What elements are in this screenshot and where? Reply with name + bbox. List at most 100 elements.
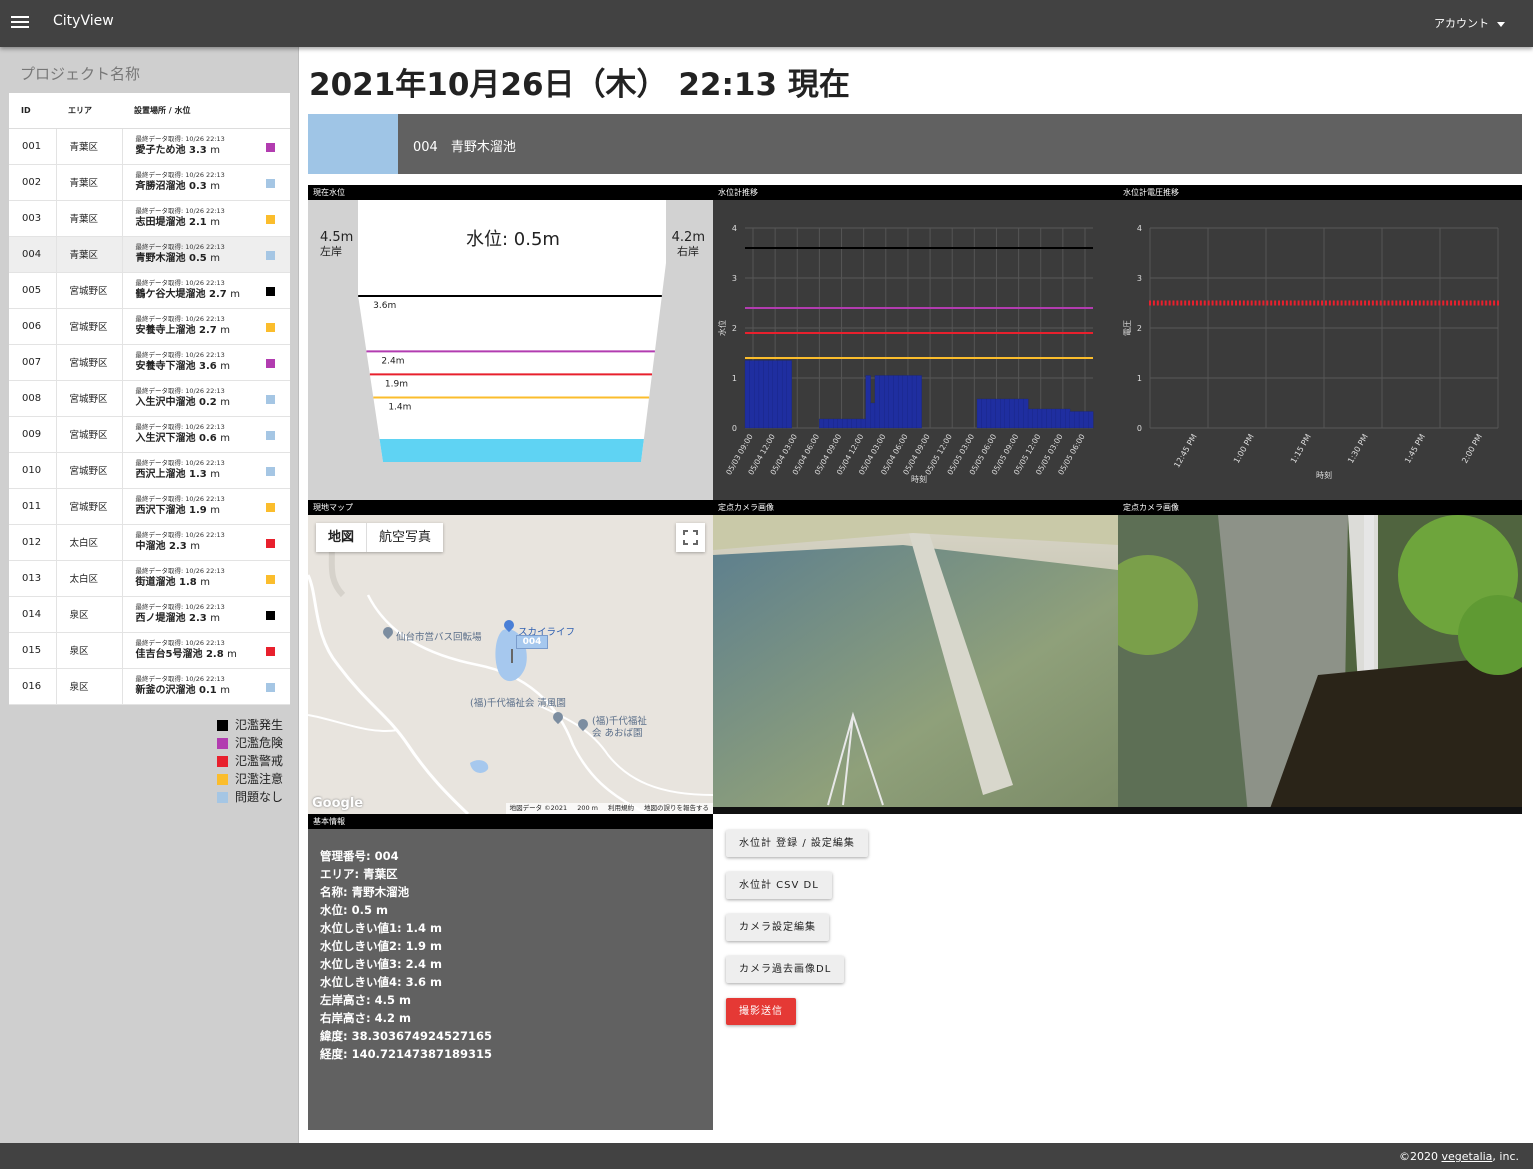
- data-point: [1184, 300, 1187, 306]
- data-point: [1238, 300, 1241, 306]
- hamburger-menu-icon[interactable]: [11, 13, 29, 33]
- water-level-title: 水位: 0.5m: [466, 229, 560, 250]
- table-row[interactable]: 016 泉区 最終データ取得: 10/26 22:13 新釜の沢溜池 0.1 m: [9, 668, 290, 705]
- data-point: [1219, 300, 1222, 306]
- capture-send-button[interactable]: 撮影送信: [726, 998, 796, 1025]
- bar: [897, 375, 904, 429]
- csv-download-button[interactable]: 水位計 CSV DL: [726, 872, 832, 899]
- table-row[interactable]: 013 太白区 最終データ取得: 10/26 22:13 街道溜池 1.8 m: [9, 560, 290, 597]
- panel-header-camera1: 定点カメラ画像: [713, 500, 1118, 515]
- table-row[interactable]: 003 青葉区 最終データ取得: 10/26 22:13 志田堤溜池 2.1 m: [9, 200, 290, 237]
- table-row[interactable]: 015 泉区 最終データ取得: 10/26 22:13 佳吉台5号溜池 2.8 …: [9, 632, 290, 669]
- row-site-name: 青野木溜池: [135, 253, 186, 264]
- row-unit: m: [220, 433, 230, 444]
- row-level: 1.9: [188, 505, 207, 516]
- table-row[interactable]: 014 泉区 最終データ取得: 10/26 22:13 西ノ堤溜池 2.3 m: [9, 596, 290, 633]
- account-menu[interactable]: アカウント: [1434, 15, 1505, 31]
- fullscreen-icon[interactable]: [676, 523, 705, 552]
- table-row[interactable]: 007 宮城野区 最終データ取得: 10/26 22:13 安養寺下溜池 3.6…: [9, 344, 290, 381]
- table-row[interactable]: 012 太白区 最終データ取得: 10/26 22:13 中溜池 2.3 m: [9, 524, 290, 561]
- site-map[interactable]: 仙台市営バス回転場 スカイライフ 004 (福)千代福祉会 清風園 (福)千代福…: [308, 515, 713, 814]
- threshold-label: 1.9m: [385, 379, 408, 389]
- data-point: [1348, 300, 1351, 306]
- legend-swatch: [217, 791, 228, 803]
- bar: [823, 418, 829, 429]
- table-row[interactable]: 006 宮城野区 最終データ取得: 10/26 22:13 安養寺上溜池 2.7…: [9, 308, 290, 345]
- bar: [1069, 411, 1075, 429]
- row-area: 泉区: [56, 668, 123, 705]
- legend-item: 氾濫注意: [217, 770, 283, 788]
- panel-header-camera2: 定点カメラ画像: [1118, 500, 1522, 515]
- status-indicator: [266, 430, 275, 440]
- table-row[interactable]: 002 青葉区 最終データ取得: 10/26 22:13 斉勝沼溜池 0.3 m: [9, 164, 290, 201]
- site-marker[interactable]: 004: [516, 635, 548, 649]
- data-point: [1379, 300, 1382, 306]
- bar: [833, 418, 839, 429]
- water-level-chart: 0 1 2 3 4 05/03 09:00 05/04 12:00 05/04 03:00 05…: [713, 200, 1118, 500]
- data-point: [1149, 300, 1151, 306]
- y-tick-label: 2: [1137, 324, 1142, 333]
- site-banner: 004 青野木溜池: [308, 114, 1522, 174]
- table-row[interactable]: 004 青葉区 最終データ取得: 10/26 22:13 青野木溜池 0.5 m: [9, 236, 290, 273]
- x-tick-label: 12:45 PM: [1172, 432, 1199, 469]
- status-indicator: [266, 646, 275, 656]
- status-indicator: [266, 466, 275, 476]
- row-unit: m: [220, 361, 230, 372]
- legend-swatch: [217, 755, 228, 767]
- table-row[interactable]: 011 宮城野区 最終データ取得: 10/26 22:13 西沢下溜池 1.9 …: [9, 488, 290, 525]
- info-line: 水位しきい値3: 2.4 m: [320, 957, 442, 971]
- x-tick-label: 1:15 PM: [1289, 432, 1313, 465]
- tab-map[interactable]: 地図: [316, 523, 368, 552]
- camera-past-images-button[interactable]: カメラ過去画像DL: [726, 956, 845, 983]
- panel-header-map: 現地マップ: [308, 500, 713, 515]
- data-point: [1446, 300, 1449, 306]
- data-point: [1407, 300, 1410, 306]
- legend-label: 氾濫発生: [235, 718, 284, 732]
- bar: [874, 375, 881, 429]
- data-point: [1426, 300, 1429, 306]
- bar: [884, 375, 890, 429]
- table-row[interactable]: 005 宮城野区 最終データ取得: 10/26 22:13 鶴ケ谷大堤溜池 2.…: [9, 272, 290, 309]
- row-unit: m: [230, 289, 240, 300]
- register-sensor-button[interactable]: 水位計 登録 / 設定編集: [726, 830, 868, 857]
- data-point: [1371, 300, 1374, 306]
- bar: [1041, 408, 1048, 429]
- company-link[interactable]: vegetalia: [1441, 1150, 1492, 1163]
- y-tick-label: 0: [1137, 424, 1142, 433]
- row-level: 2.3: [188, 613, 207, 624]
- row-unit: m: [227, 649, 237, 660]
- data-point: [1289, 300, 1292, 306]
- bar: [1074, 411, 1080, 429]
- bar: [846, 418, 853, 429]
- x-tick-label: 1:45 PM: [1403, 432, 1427, 465]
- status-indicator: [266, 358, 275, 368]
- info-line: 水位しきい値4: 3.6 m: [320, 975, 442, 989]
- bar: [1023, 398, 1029, 429]
- row-level: 0.5: [188, 253, 207, 264]
- bar: [758, 360, 765, 429]
- data-point: [1285, 300, 1288, 306]
- info-line: 水位: 0.5 m: [320, 903, 388, 917]
- data-point: [1203, 300, 1206, 306]
- status-indicator: [266, 394, 275, 404]
- threshold-label: 1.4m: [388, 402, 411, 412]
- row-area: 青葉区: [56, 128, 123, 165]
- row-unit: m: [210, 145, 220, 156]
- data-point: [1176, 300, 1179, 306]
- table-row[interactable]: 010 宮城野区 最終データ取得: 10/26 22:13 西沢上溜池 1.3 …: [9, 452, 290, 489]
- table-row[interactable]: 009 宮城野区 最終データ取得: 10/26 22:13 入生沢下溜池 0.6…: [9, 416, 290, 453]
- table-row[interactable]: 008 宮城野区 最終データ取得: 10/26 22:13 入生沢中溜池 0.2…: [9, 380, 290, 417]
- tab-aerial[interactable]: 航空写真: [367, 523, 443, 552]
- y-tick-label: 3: [732, 274, 737, 283]
- camera-settings-button[interactable]: カメラ設定編集: [726, 914, 829, 941]
- camera-image-2: [1118, 515, 1522, 814]
- data-point: [1395, 300, 1398, 306]
- status-indicator: [266, 538, 275, 548]
- bar: [888, 375, 894, 429]
- row-level: 0.1: [198, 685, 217, 696]
- table-row[interactable]: 001 青葉区 最終データ取得: 10/26 22:13 愛子ため池 3.3 m: [9, 128, 290, 165]
- data-point: [1403, 300, 1406, 306]
- data-point: [1481, 300, 1484, 306]
- bar: [1013, 398, 1020, 429]
- row-id: 003: [9, 200, 57, 237]
